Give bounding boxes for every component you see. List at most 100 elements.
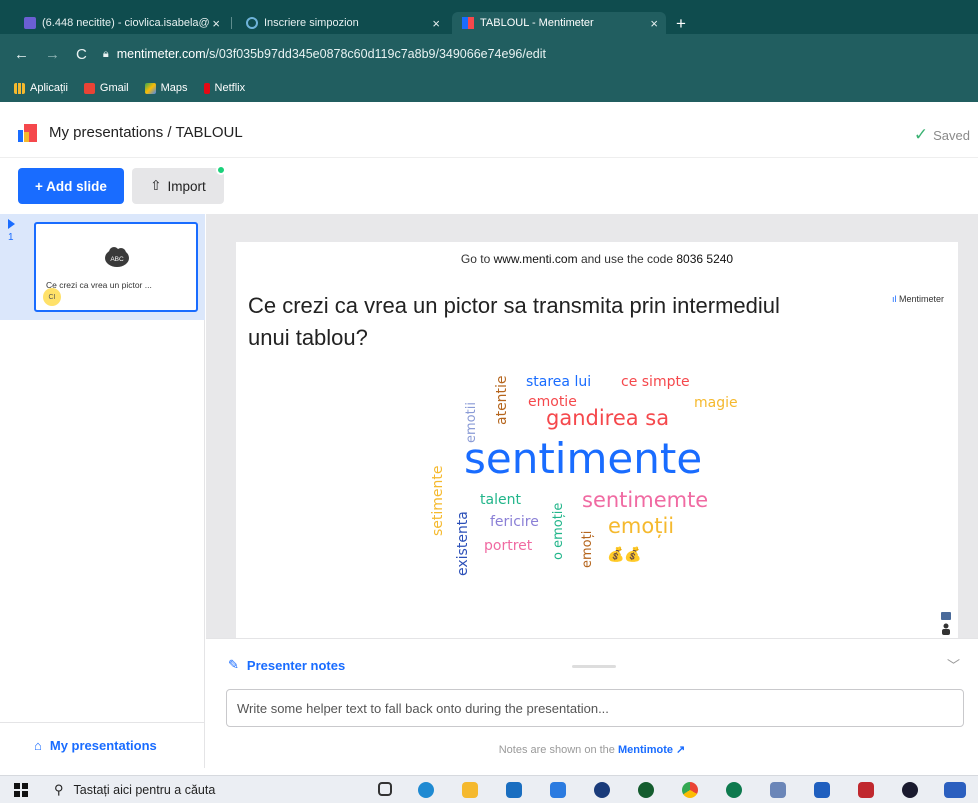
- back-arrow-icon[interactable]: ←: [14, 46, 29, 63]
- join-instructions: Go to www.menti.com and use the code 803…: [236, 252, 958, 266]
- word-cloud-word: sentimemte: [582, 488, 709, 512]
- chevron-down-icon[interactable]: ﹀: [947, 655, 960, 674]
- notes-footer-text: Notes are shown on the: [498, 744, 618, 756]
- word-cloud-word: sentimente: [464, 434, 703, 483]
- new-tab-button[interactable]: +: [676, 14, 686, 34]
- app-icon[interactable]: [770, 782, 786, 798]
- edge-icon[interactable]: [418, 782, 434, 798]
- task-view-icon[interactable]: [378, 782, 392, 796]
- toolbar: + Add slide ⇧ Import: [0, 160, 978, 214]
- join-code: 8036 5240: [676, 252, 734, 266]
- presenter-notes-toggle[interactable]: ✎ Presenter notes: [228, 657, 345, 673]
- slide-preview[interactable]: Go to www.menti.com and use the code 803…: [236, 242, 958, 638]
- bookmark-label: Netflix: [214, 82, 246, 94]
- word-cloud-word: starea lui: [526, 374, 592, 390]
- word-cloud-word: ce simpte: [621, 374, 690, 390]
- tab-separator: [231, 17, 232, 29]
- apps-grid-icon: [14, 82, 25, 94]
- join-mid: and use the code: [577, 252, 677, 266]
- mail-app-icon[interactable]: [506, 782, 522, 798]
- app-icon[interactable]: [638, 782, 654, 798]
- brand-mark-icon: ıl: [891, 294, 899, 304]
- bookmarks-bar: Aplicații Gmail Maps Netflix: [0, 74, 978, 102]
- word-cloud-word: emoții: [608, 514, 675, 538]
- breadcrumb[interactable]: My presentations / TABLOUL: [49, 124, 243, 141]
- bookmark-apps[interactable]: Aplicații: [14, 82, 68, 94]
- url-field[interactable]: mentimeter.com/s/03f035b97dd345e0878c60d…: [117, 47, 546, 61]
- slide-list-item[interactable]: 1 ABC Ce crezi ca vrea un pictor ... CI: [0, 214, 205, 320]
- reload-icon[interactable]: C: [76, 46, 87, 63]
- word-cloud-icon: ABC: [105, 247, 129, 267]
- url-domain: mentimeter.com: [116, 47, 206, 61]
- bookmark-maps[interactable]: Maps: [144, 82, 188, 94]
- import-label: Import: [167, 178, 206, 194]
- word-cloud-icon-label: ABC: [110, 256, 124, 263]
- play-arrow-icon[interactable]: [8, 219, 15, 229]
- app-icon[interactable]: [858, 782, 874, 798]
- tab-title: Inscriere simpozion: [264, 17, 359, 29]
- notes-footer: Notes are shown on the Mentimote ↗: [206, 743, 978, 756]
- my-presentations-link[interactable]: ⌂ My presentations: [0, 722, 205, 768]
- lock-icon[interactable]: 🔒︎: [103, 48, 109, 61]
- word-cloud-word: magie: [694, 395, 738, 411]
- tab-title: TABLOUL - Mentimeter: [480, 17, 594, 29]
- taskbar-search-label: Tastați aici pentru a căuta: [73, 782, 216, 797]
- join-site: www.menti.com: [493, 252, 578, 266]
- tab-title: (6.448 necitite) - ciovlica.isabela@: [42, 17, 210, 29]
- bookmark-gmail[interactable]: Gmail: [83, 82, 129, 94]
- resize-handle[interactable]: [572, 665, 616, 668]
- app-icon[interactable]: [814, 782, 830, 798]
- mentimote-link[interactable]: Mentimote: [618, 744, 673, 756]
- taskbar-search[interactable]: ⚲ Tastați aici pentru a căuta: [54, 782, 215, 798]
- saved-label: Saved: [933, 127, 970, 143]
- browser-tab-gmail[interactable]: (6.448 necitite) - ciovlica.isabela@ ×: [14, 12, 228, 34]
- add-slide-button[interactable]: + Add slide: [18, 168, 124, 204]
- netflix-icon: [203, 82, 210, 94]
- bookmark-label: Gmail: [99, 82, 129, 94]
- upload-icon: ⇧: [150, 178, 162, 193]
- browser-tab-simpozion[interactable]: Inscriere simpozion ×: [236, 12, 448, 34]
- app-icon[interactable]: [726, 782, 742, 798]
- close-tab-icon[interactable]: ×: [432, 16, 440, 31]
- presenter-notes-title: Presenter notes: [246, 657, 346, 673]
- forward-arrow-icon[interactable]: →: [45, 46, 60, 63]
- mentimeter-brand: ıl Mentimeter: [892, 294, 944, 304]
- search-icon: ⚲: [54, 781, 64, 797]
- close-tab-icon[interactable]: ×: [212, 16, 220, 31]
- presenter-icon[interactable]: [940, 612, 952, 636]
- windows-start-icon[interactable]: [14, 782, 28, 797]
- word-cloud-word: setimente: [430, 465, 446, 536]
- bookmark-netflix[interactable]: Netflix: [203, 82, 246, 94]
- slide-number: 1: [8, 232, 14, 243]
- slide-thumb-title: Ce crezi ca vrea un pictor ...: [46, 280, 152, 290]
- slide-editor-canvas: Go to www.menti.com and use the code 803…: [206, 214, 978, 638]
- chrome-icon[interactable]: [682, 782, 698, 798]
- my-presentations-label: My presentations: [49, 738, 157, 753]
- app-icon[interactable]: [550, 782, 566, 798]
- file-explorer-icon[interactable]: [462, 782, 478, 798]
- home-icon: ⌂: [34, 738, 42, 753]
- app-icon[interactable]: [902, 782, 918, 798]
- word-cloud-word: emotii: [464, 402, 479, 443]
- word-cloud-word: o emoție: [551, 502, 566, 560]
- slide-sidebar: 1 ABC Ce crezi ca vrea un pictor ... CI …: [0, 214, 205, 768]
- bookmark-label: Aplicații: [30, 82, 68, 94]
- word-cloud-word: emotie: [528, 394, 577, 410]
- bookmark-label: Maps: [160, 82, 188, 94]
- external-link-icon[interactable]: ↗: [673, 744, 685, 756]
- join-prefix: Go to: [460, 252, 494, 266]
- mentimeter-logo-icon[interactable]: [18, 123, 37, 142]
- word-cloud-word: portret: [484, 538, 533, 554]
- word-cloud-word: talent: [480, 492, 521, 508]
- browser-tab-mentimeter[interactable]: TABLOUL - Mentimeter ×: [452, 12, 666, 34]
- import-button[interactable]: ⇧ Import: [132, 168, 224, 204]
- slide-thumbnail[interactable]: ABC Ce crezi ca vrea un pictor ... CI: [34, 222, 198, 312]
- slide-question[interactable]: Ce crezi ca vrea un pictor sa transmita …: [248, 290, 808, 354]
- gmail-icon: [83, 82, 95, 94]
- check-icon: ✓: [913, 125, 929, 144]
- app-icon[interactable]: [594, 782, 610, 798]
- presenter-notes-input[interactable]: Write some helper text to fall back onto…: [226, 689, 964, 727]
- windows-taskbar: ⚲ Tastați aici pentru a căuta: [0, 775, 978, 803]
- close-tab-icon[interactable]: ×: [650, 16, 658, 31]
- word-icon[interactable]: [944, 782, 966, 798]
